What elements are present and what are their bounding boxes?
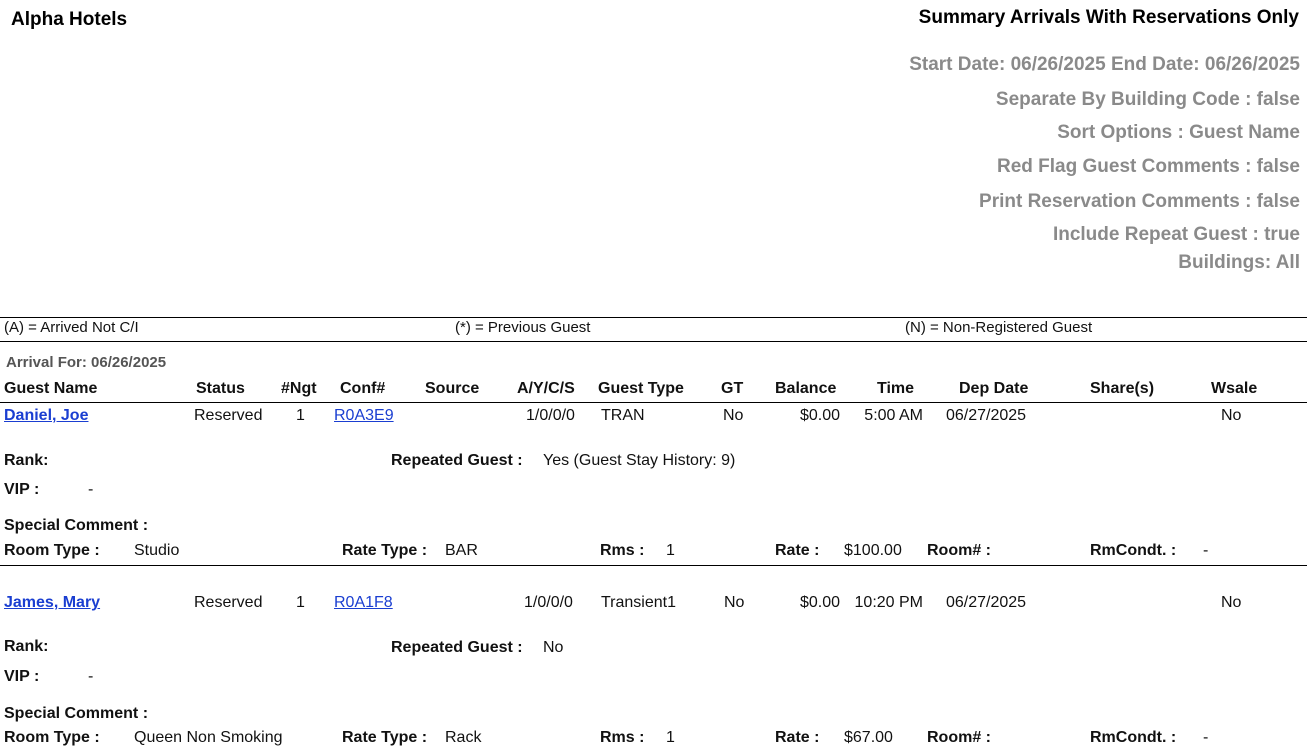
balance-value: $0.00 [799,407,840,424]
rank-label: Rank: [4,638,49,655]
guest-name-link[interactable]: James, Mary [4,594,100,612]
room-condition-value: - [1203,542,1209,559]
reservation-divider [0,565,1307,566]
guest-type-value: TRAN [601,407,645,424]
room-condition-label: RmCondt. : [1090,542,1177,559]
aycs-value: 1/0/0/0 [524,594,573,611]
rate-type-value: BAR [445,542,478,559]
col-guest-type: Guest Type [598,380,684,397]
col-dep-date: Dep Date [959,380,1029,397]
legend-arrived: (A) = Arrived Not C/I [4,319,139,336]
room-type-value: Studio [134,542,180,559]
param-buildings: Buildings: All [1178,252,1300,273]
col-ngt: #Ngt [281,380,317,397]
room-type-value: Queen Non Smoking [134,729,283,746]
legend-nonreg: (N) = Non-Registered Guest [905,319,1093,336]
col-aycs: A/Y/C/S [517,380,575,397]
rms-value: 1 [666,729,675,746]
vip-label: VIP : [4,481,40,498]
room-type-label: Room Type : [4,542,100,559]
param-date-range: Start Date: 06/26/2025 End Date: 06/26/2… [909,54,1300,75]
param-red-flag: Red Flag Guest Comments : false [996,156,1300,177]
room-condition-label: RmCondt. : [1090,729,1177,746]
param-separate-building: Separate By Building Code : false [995,89,1300,110]
rms-label: Rms : [600,729,645,746]
vip-label: VIP : [4,668,40,685]
guest-name-link[interactable]: Daniel, Joe [4,407,156,425]
arrival-for-date: Arrival For: 06/26/2025 [6,354,167,371]
room-number-label: Room# : [927,542,991,559]
repeated-guest-value: Yes (Guest Stay History: 9) [543,452,736,469]
vip-value: - [88,668,94,685]
col-wsale: Wsale [1211,380,1258,397]
room-number-label: Room# : [927,729,991,746]
rank-label: Rank: [4,452,49,469]
rate-value: $67.00 [844,729,893,746]
status-value: Reserved [194,407,263,424]
vip-value: - [88,481,94,498]
col-gt: GT [721,380,744,397]
room-type-label: Room Type : [4,729,100,746]
col-status: Status [196,380,245,397]
special-comment-label: Special Comment : [4,517,149,534]
time-value: 10:20 PM [854,594,923,611]
conf-number-link[interactable]: R0A3E9 [334,407,394,425]
balance-value: $0.00 [799,594,840,611]
repeated-guest-label: Repeated Guest : [391,452,523,469]
time-value: 5:00 AM [864,407,923,424]
gt-value: No [723,407,744,424]
legend-previous: (*) = Previous Guest [455,319,591,336]
gt-value: No [724,594,745,611]
nights-value: 1 [296,407,305,424]
param-sort-options: Sort Options : Guest Name [1057,122,1300,143]
rms-label: Rms : [600,542,645,559]
rate-label: Rate : [775,729,820,746]
dep-date-value: 06/27/2025 [946,407,1027,424]
col-source: Source [425,380,480,397]
nights-value: 1 [296,594,305,611]
rate-type-label: Rate Type : [342,729,428,746]
legend-bottom-divider [0,341,1307,342]
param-print-comments: Print Reservation Comments : false [979,191,1300,212]
status-value: Reserved [194,594,263,611]
guest-type-value: Transient1 [601,594,676,611]
room-condition-value: - [1203,729,1209,746]
legend-top-divider [0,317,1307,318]
rate-type-label: Rate Type : [342,542,428,559]
col-conf: Conf# [340,380,386,397]
rate-label: Rate : [775,542,820,559]
col-balance: Balance [775,380,837,397]
rms-value: 1 [666,542,675,559]
param-repeat-guest: Include Repeat Guest : true [1052,224,1300,245]
rate-value: $100.00 [844,542,902,559]
special-comment-label: Special Comment : [4,705,149,722]
col-guest-name: Guest Name [4,380,98,397]
aycs-value: 1/0/0/0 [526,407,575,424]
conf-number-link[interactable]: R0A1F8 [334,594,393,612]
col-time: Time [877,380,915,397]
report-title: Summary Arrivals With Reservations Only [918,7,1299,28]
dep-date-value: 06/27/2025 [946,594,1027,611]
header-divider [0,402,1307,403]
rate-type-value: Rack [445,729,482,746]
wsale-value: No [1221,594,1242,611]
repeated-guest-value: No [543,639,564,656]
col-shares: Share(s) [1090,380,1155,397]
wsale-value: No [1221,407,1242,424]
repeated-guest-label: Repeated Guest : [391,639,523,656]
hotel-name: Alpha Hotels [11,9,128,30]
